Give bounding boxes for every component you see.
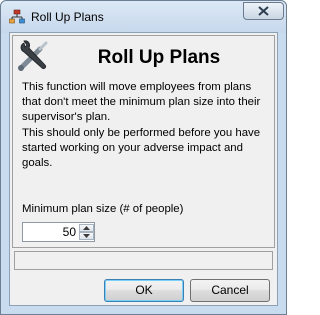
cancel-button[interactable]: Cancel: [190, 279, 270, 302]
min-plan-size-value[interactable]: 50: [25, 225, 76, 239]
min-plan-size-stepper[interactable]: 50: [22, 222, 95, 242]
ok-button[interactable]: OK: [104, 279, 184, 302]
decrement-button[interactable]: [79, 232, 94, 240]
content-panel: Roll Up Plans This function will move em…: [12, 35, 275, 248]
close-icon: [258, 6, 269, 16]
tools-icon: [18, 40, 48, 71]
description-paragraph-1: This function will move employees from p…: [22, 81, 261, 123]
status-box: [14, 251, 273, 270]
chevron-down-icon: [83, 234, 90, 238]
close-button[interactable]: [243, 2, 284, 20]
chevron-up-icon: [83, 226, 90, 230]
increment-button[interactable]: [79, 224, 94, 232]
title-bar[interactable]: Roll Up Plans: [1, 1, 286, 33]
org-chart-icon: [9, 9, 25, 24]
window-title: Roll Up Plans: [31, 10, 104, 24]
dialog-window: Roll Up Plans Roll Up Plans This functio…: [0, 0, 287, 315]
min-plan-size-label: Minimum plan size (# of people): [22, 203, 184, 215]
description-paragraph-2: This should only be performed before you…: [22, 127, 261, 169]
dialog-heading: Roll Up Plans: [97, 47, 221, 68]
dialog-body: Roll Up Plans This function will move em…: [9, 32, 278, 306]
